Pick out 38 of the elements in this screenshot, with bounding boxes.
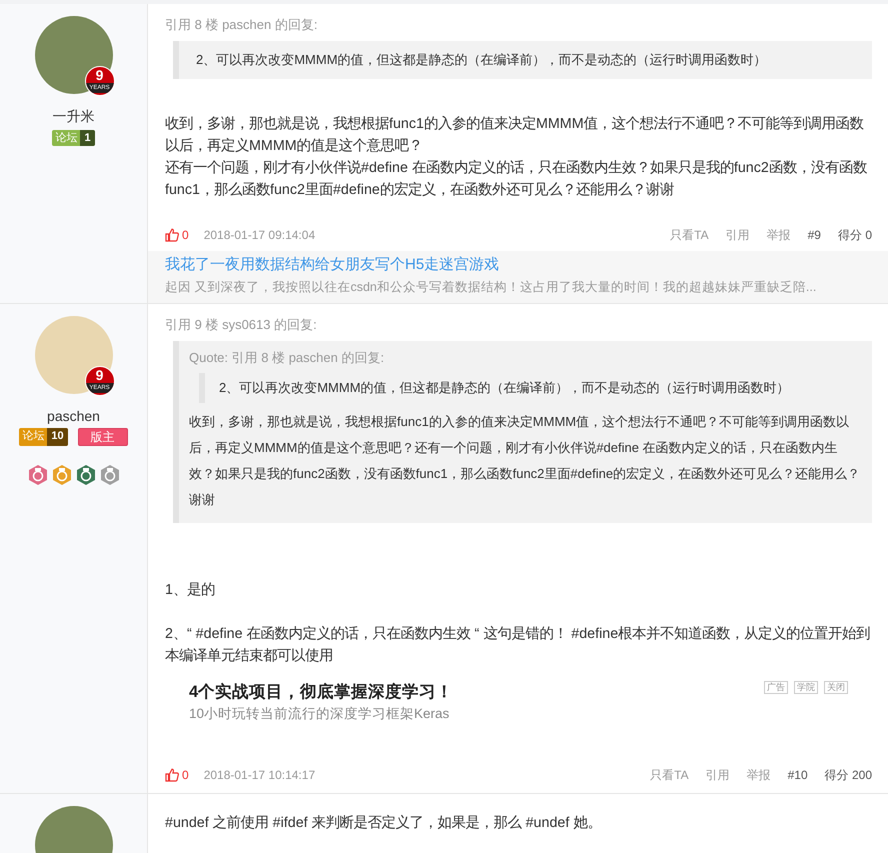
level-badge: 论坛 10 — [19, 428, 68, 446]
username[interactable]: 一升米 — [52, 108, 94, 126]
post-text: 收到，多谢，那也就是说，我想根据func1的入参的值来决定MMMM值，这个想法行不通吧？不可能等到调用函数以后，再定义MMMM的值是这个意思吧？ — [165, 114, 865, 156]
thumbs-up-icon — [165, 228, 179, 242]
recommend-summary: 起因 又到深夜了，我按照以往在csdn和公众号写着数据结构！这占用了我大量的时间！我的超越妹妹严重缺乏陪... — [165, 279, 818, 296]
like-button[interactable]: 0 — [165, 228, 189, 242]
ad-tag: 广告 — [764, 681, 788, 694]
recommend-link[interactable]: 我花了一夜用数据结构给女朋友写个H5走迷宫游戏 — [165, 253, 871, 277]
ad-subtitle: 10小时玩转当前流行的深度学习框架Keras — [189, 705, 450, 723]
action-link[interactable]: 举报 — [766, 226, 791, 244]
thumbs-up-icon — [165, 768, 179, 782]
quote-text: 收到，多谢，那也就是说，我想根据func1的入参的值来决定MMMM值，这个想法行不通吧？不可能等到调用函数以后，再定义MMMM的值是这个意思吧？还有一个问题，刚才有小伙伴说#define 在函数内定义的话，只在函数内生效？如果只是我的func2函数，没有函数func1，那么函数func2里面#define的宏定义，在函数外还可见么？还能用么？谢谢 — [189, 413, 862, 509]
floor-number: #10 — [788, 768, 808, 782]
action-link[interactable]: 引用 — [706, 766, 730, 784]
post-time: 2018-01-17 09:14:04 — [204, 228, 316, 242]
like-button[interactable]: 0 — [165, 768, 189, 782]
quote-text: 2、可以再次改变MMMM的值，但这都是静态的（在编译前），而不是动态的（运行时调用函数时） — [173, 41, 872, 79]
level-badge: 论坛 1 — [52, 130, 95, 146]
post-text: 1、是的 — [165, 581, 216, 600]
quote-header: 引用 8 楼 paschen 的回复: — [165, 16, 318, 34]
post-text: 还有一个问题，刚才有小伙伴说#define 在函数内定义的话，只在函数内生效？如果只是我的func2函数，没有函数func1，那么函数func2里面#define的宏定义，在函数外还可见么？还能用么？谢谢 — [165, 158, 868, 200]
ad-title[interactable]: 4个实战项目，彻底掌握深度学习！ — [189, 681, 764, 703]
post-time: 2018-01-17 10:14:17 — [204, 768, 316, 782]
quote-header: 引用 9 楼 sys0613 的回复: — [165, 316, 318, 334]
ad-tag: 关闭 — [824, 681, 848, 694]
score-text: 得分 200 — [824, 766, 872, 784]
username[interactable]: paschen — [47, 408, 100, 424]
floor-number: #9 — [808, 228, 821, 242]
action-link[interactable]: 举报 — [746, 766, 771, 784]
post-text: #undef 之前使用 #ifdef 来判断是否定义了，如果是，那么 #undef 她。 — [165, 814, 602, 833]
ad-tag: 学院 — [794, 681, 818, 694]
role-badge: 版主 — [78, 428, 128, 446]
action-link[interactable]: 引用 — [726, 226, 750, 244]
post-text: 2、“ #define 在函数内定义的话，只在函数内生效 “ 这句是错的！ #define根本并不知道函数，从定义的位置开始到本编译单元结束都可以使用 — [165, 624, 872, 666]
quote-header: Quote: 引用 8 楼 paschen 的回复: — [189, 349, 386, 367]
score-text: 得分 0 — [838, 226, 872, 244]
action-link[interactable]: 只看TA — [650, 766, 689, 784]
action-link[interactable]: 只看TA — [670, 226, 709, 244]
